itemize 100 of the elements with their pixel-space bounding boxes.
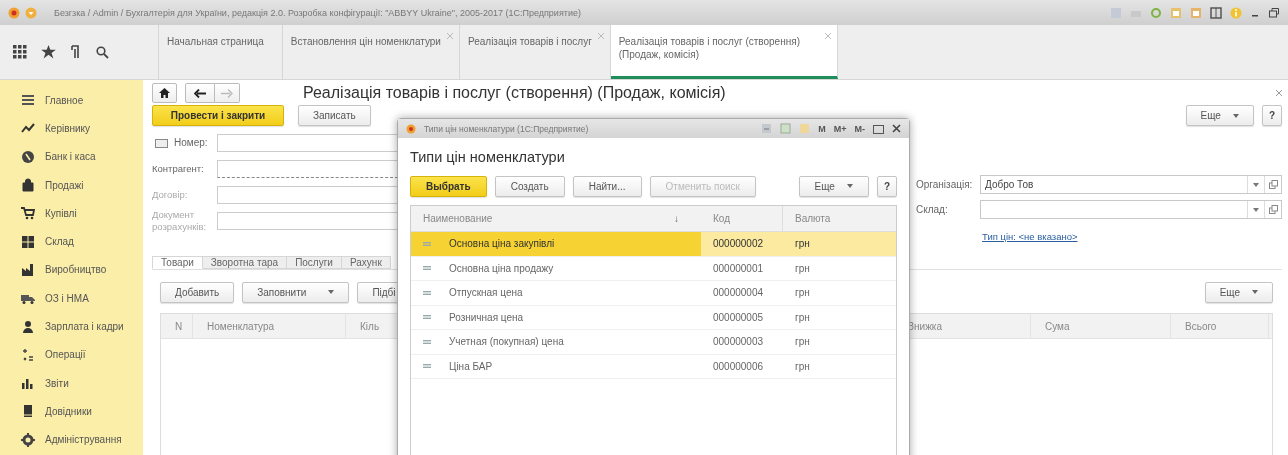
close-icon[interactable] — [892, 124, 901, 133]
sidebar-item[interactable]: ОЗ і НМА — [0, 284, 143, 313]
tab[interactable]: Послуги — [287, 256, 342, 269]
back-button[interactable] — [185, 83, 215, 103]
dialog-heading: Типи цін номенклатури — [410, 149, 566, 167]
select-field[interactable] — [980, 200, 1282, 219]
memory-button[interactable]: M — [818, 123, 826, 134]
field-label: Організація: — [916, 179, 974, 190]
form-title: Реалізація товарів і послуг (створення) (Продаж, комісія) — [303, 84, 726, 102]
star-icon[interactable] — [41, 45, 56, 59]
table-row[interactable]: Учетная (покупная) цена 000000003 грн — [411, 330, 896, 355]
action-button[interactable]: Провести і закрити — [152, 105, 284, 126]
sidebar-item[interactable]: Банк і каса — [0, 142, 143, 171]
table-row[interactable]: Розничная цена 000000005 грн — [411, 305, 896, 330]
app-logo-icon — [406, 123, 416, 134]
dash-icon — [423, 339, 431, 344]
dash-icon — [423, 241, 431, 246]
memory-button[interactable]: M- — [854, 123, 865, 134]
more-button[interactable]: Еще — [1204, 281, 1273, 303]
action-button[interactable]: Записать — [298, 105, 371, 126]
table-cell: Основна ціна продажу — [449, 262, 554, 274]
apps-grid-icon[interactable] — [13, 45, 27, 59]
dropdown-icon[interactable] — [25, 6, 37, 19]
caret-icon — [846, 184, 853, 188]
document-tab[interactable]: Начальная страница — [159, 25, 283, 79]
caret-icon — [1232, 113, 1239, 118]
bag-icon — [21, 178, 35, 193]
sidebar-item[interactable]: Виробництво — [0, 255, 143, 285]
maximize-icon[interactable] — [873, 123, 884, 134]
spreadsheet-icon[interactable] — [780, 123, 792, 134]
price-type-link[interactable]: Тип цін: <не вказано> — [982, 231, 1282, 242]
search-icon[interactable] — [96, 45, 109, 59]
sidebar-item[interactable]: Продажі — [0, 170, 143, 200]
field-label: Контрагент: — [152, 163, 205, 175]
document-icon — [155, 138, 168, 148]
table-row[interactable]: Отпускная цена 000000004 грн — [411, 281, 896, 306]
table-row[interactable]: Основна ціна продажу 000000001 грн — [411, 256, 896, 281]
calendar-icon[interactable] — [799, 123, 811, 134]
calendar-icon[interactable] — [1170, 6, 1182, 19]
panel-icon[interactable] — [1210, 6, 1222, 19]
menu-icon — [21, 93, 35, 108]
tab[interactable]: Зворотна тара — [202, 256, 288, 269]
document-tab[interactable]: Реалізація товарів і послуг (створення) (Продаж, комісія) — [610, 25, 838, 79]
sidebar-item[interactable]: Операції — [0, 340, 143, 369]
document-tab[interactable]: Реалізація товарів і послуг — [459, 25, 611, 79]
sidebar-item[interactable]: Довідники — [0, 397, 143, 426]
refresh-icon[interactable] — [1150, 6, 1162, 19]
help-button[interactable]: ? — [1261, 105, 1282, 126]
toolbar-button[interactable]: Добавить — [160, 281, 235, 303]
sidebar-item[interactable]: Звіти — [0, 368, 143, 398]
input-field[interactable] — [217, 160, 398, 178]
action-button[interactable]: Выбрать — [410, 175, 487, 197]
open-icon — [1268, 205, 1278, 214]
action-button[interactable]: Найти... — [572, 175, 642, 197]
dialog-title: Типи цін номенклатури (1С:Предприятие) — [424, 123, 589, 134]
operations-icon — [21, 347, 35, 362]
caret-icon — [328, 290, 335, 294]
table-cell: 000000003 — [713, 336, 764, 348]
sort-arrow: ↓ — [674, 213, 679, 224]
sidebar-item[interactable]: Керівнику — [0, 114, 143, 143]
sidebar-item[interactable]: Адміністрування — [0, 425, 143, 454]
more-button[interactable]: Еще — [798, 175, 869, 197]
table-row[interactable]: Ціна БАР 000000006 грн — [411, 354, 896, 379]
home-button[interactable] — [152, 83, 177, 103]
bar-chart-icon — [21, 376, 35, 391]
table-cell: грн — [795, 287, 810, 299]
restore-icon[interactable] — [1268, 6, 1280, 19]
sidebar-item[interactable]: Склад — [0, 227, 143, 256]
caret-icon — [1252, 290, 1258, 294]
home-icon — [159, 88, 170, 98]
action-button[interactable]: Создать — [494, 175, 565, 197]
field-label: Договір: — [152, 189, 189, 201]
toolbar-button[interactable]: Заповнити — [242, 281, 350, 303]
table-cell: 000000005 — [713, 311, 764, 323]
table-cell: Отпускная цена — [449, 287, 523, 299]
sidebar-item[interactable]: Главное — [0, 86, 143, 115]
document-tab[interactable]: Встановлення цін номенклатури — [282, 25, 460, 79]
tab[interactable]: Товари — [152, 256, 203, 269]
shelves-icon — [21, 234, 35, 249]
input-field[interactable] — [217, 134, 398, 152]
app-logo-icon — [8, 6, 20, 19]
table-cell: грн — [795, 360, 810, 372]
table-cell: 000000002 — [713, 238, 764, 250]
info-icon[interactable] — [1230, 6, 1242, 19]
person-icon — [21, 319, 35, 334]
sidebar-item[interactable]: Купівлі — [0, 199, 143, 228]
table-cell: Основна ціна закупівлі — [449, 238, 555, 250]
column-header[interactable]: Наименование ↓ — [411, 206, 701, 231]
memory-button[interactable]: M+ — [833, 123, 847, 134]
sidebar-item[interactable]: Зарплата і кадри — [0, 312, 143, 341]
table-cell: грн — [795, 262, 810, 274]
help-button[interactable]: ? — [876, 175, 897, 197]
factory-icon — [21, 262, 35, 277]
select-field[interactable]: Добро Тов — [980, 175, 1282, 194]
calendar-icon[interactable] — [1190, 6, 1202, 19]
caret-icon — [1253, 182, 1259, 187]
more-button[interactable]: Еще — [1185, 105, 1254, 126]
caret-icon — [1253, 207, 1259, 212]
table-cell: 000000006 — [713, 360, 764, 372]
tab[interactable]: Рахунк — [341, 256, 391, 269]
